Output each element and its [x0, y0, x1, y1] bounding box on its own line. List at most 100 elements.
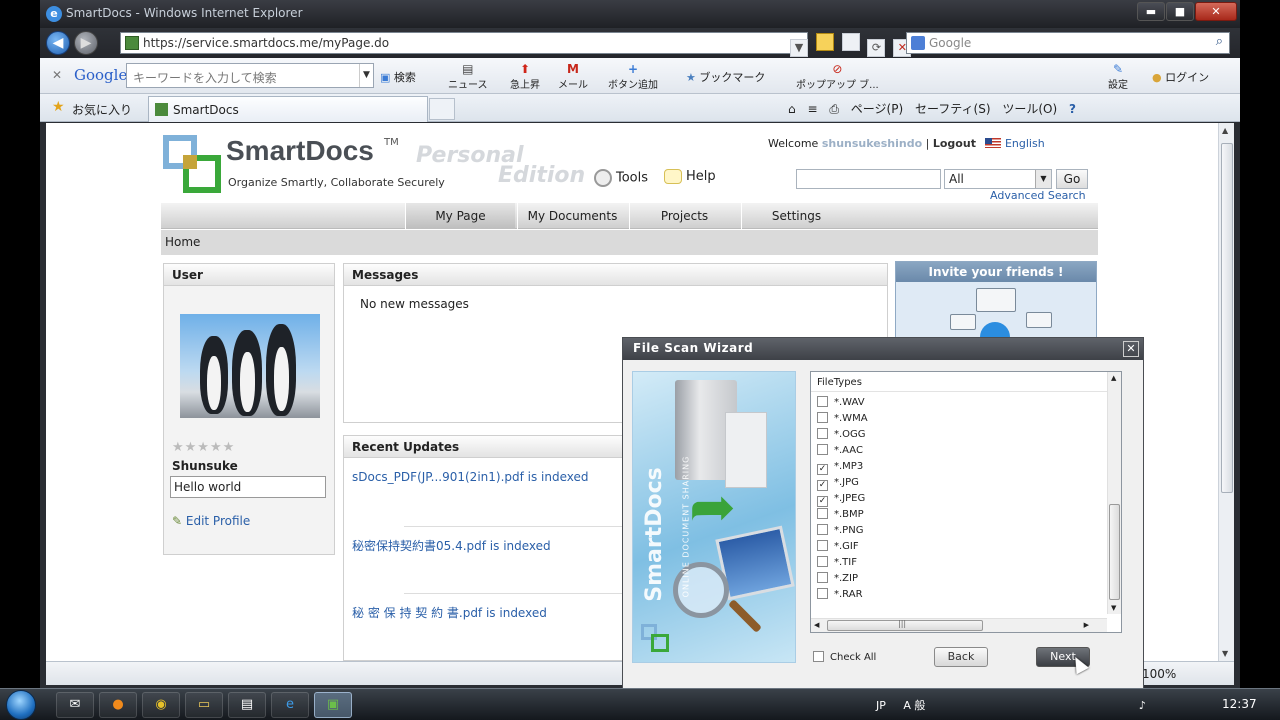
zoom-level[interactable]: 100%	[1142, 667, 1176, 681]
taskbar-ie-icon[interactable]: e	[271, 692, 309, 718]
file-type-row[interactable]: ✓ *.JPEG	[817, 492, 1097, 508]
clock[interactable]: 12:37	[1222, 697, 1257, 711]
scroll-up-icon[interactable]: ▲	[1222, 126, 1228, 135]
toolbar-rising-button[interactable]: ⬆ 急上昇	[510, 62, 540, 91]
file-type-row[interactable]: *.WAV	[817, 396, 1097, 412]
list-hscroll-thumb[interactable]: |||	[827, 619, 983, 631]
list-horizontal-scrollbar[interactable]: ◀ ||| ▶	[811, 618, 1107, 632]
close-icon[interactable]: ✕	[1123, 341, 1139, 357]
file-type-row[interactable]: *.PNG	[817, 524, 1097, 540]
home-icon[interactable]: ⌂	[788, 102, 796, 116]
breadcrumb-home[interactable]: Home	[165, 235, 200, 249]
toolbar-search-input[interactable]: キーワードを入力して検索 ▼	[126, 63, 374, 88]
tab-smartdocs[interactable]: SmartDocs	[148, 96, 428, 122]
search-icon[interactable]: ⌕	[1216, 34, 1223, 49]
favorites-button[interactable]: お気に入り	[72, 101, 132, 118]
back-arrow-icon[interactable]: ◀	[46, 31, 70, 55]
file-type-checkbox[interactable]	[817, 556, 828, 567]
toolbar-login-button[interactable]: ● ログイン	[1152, 69, 1209, 85]
file-type-row[interactable]: *.OGG	[817, 428, 1097, 444]
help-icon[interactable]: ?	[1069, 102, 1076, 116]
edit-profile-link[interactable]: ✎ Edit Profile	[172, 514, 250, 528]
list-scroll-thumb[interactable]	[1109, 504, 1120, 600]
file-type-checkbox[interactable]	[817, 540, 828, 551]
chevron-down-icon[interactable]: ▼	[359, 64, 373, 87]
lock-icon[interactable]	[815, 33, 834, 51]
update-item[interactable]: 秘 密 保 持 契 約 書.pdf is indexed	[352, 604, 547, 621]
check-all-toggle[interactable]: Check All	[813, 651, 876, 663]
toolbar-add-button[interactable]: + ボタン追加	[608, 62, 658, 91]
forward-arrow-icon[interactable]: ▶	[74, 31, 98, 55]
dialog-title[interactable]: File Scan Wizard	[623, 338, 1143, 360]
safety-menu[interactable]: セーフティ(S)	[915, 102, 991, 116]
tools-link[interactable]: Tools	[594, 169, 648, 187]
title-bar[interactable]: e SmartDocs - Windows Internet Explorer …	[40, 0, 1240, 28]
file-type-checkbox[interactable]	[817, 396, 828, 407]
taskbar-app-icon[interactable]: ▤	[228, 692, 266, 718]
ime-language[interactable]: JP	[876, 699, 886, 712]
file-type-checkbox[interactable]: ✓	[817, 496, 828, 507]
chevron-down-icon[interactable]: ▼	[1035, 170, 1051, 188]
status-message-field[interactable]: Hello world	[170, 476, 326, 498]
close-toolbar-icon[interactable]: ✕	[52, 68, 62, 82]
list-vertical-scrollbar[interactable]: ▲ ▼	[1107, 372, 1121, 614]
address-bar[interactable]: https://service.smartdocs.me/myPage.do	[120, 32, 808, 54]
taskbar-chrome-icon[interactable]: ◉	[142, 692, 180, 718]
toolbar-settings-button[interactable]: ✎ 設定	[1108, 62, 1128, 91]
taskbar-smartdocs-icon[interactable]: ▣	[314, 692, 352, 718]
scroll-up-icon[interactable]: ▲	[1111, 374, 1116, 382]
browser-search-box[interactable]: Google ⌕	[906, 32, 1230, 54]
file-type-row[interactable]: *.ZIP	[817, 572, 1097, 588]
advanced-search-link[interactable]: Advanced Search	[990, 189, 1086, 202]
tab-my-page[interactable]: My Page	[405, 203, 515, 229]
file-type-checkbox[interactable]: ✓	[817, 480, 828, 491]
tools-menu[interactable]: ツール(O)	[1002, 102, 1057, 116]
refresh-icon[interactable]: ⟳	[867, 39, 886, 57]
toolbar-popup-button[interactable]: ⊘ ポップアップ ブ...	[796, 62, 879, 91]
file-type-checkbox[interactable]	[817, 444, 828, 455]
new-tab-button[interactable]	[429, 98, 455, 120]
volume-icon[interactable]: ♪	[1139, 699, 1146, 712]
tab-settings[interactable]: Settings	[741, 203, 851, 229]
file-type-checkbox[interactable]	[817, 428, 828, 439]
file-type-row[interactable]: ✓ *.MP3	[817, 460, 1097, 476]
dropdown-icon[interactable]: ▼	[790, 39, 808, 57]
search-scope-select[interactable]: All ▼	[944, 169, 1052, 189]
scroll-down-icon[interactable]: ▼	[1111, 604, 1116, 612]
minimize-button[interactable]: ▬	[1137, 2, 1165, 21]
page-menu[interactable]: ページ(P)	[851, 102, 903, 116]
file-type-row[interactable]: *.GIF	[817, 540, 1097, 556]
rating-stars[interactable]: ★★★★★	[172, 440, 235, 455]
compat-view-icon[interactable]	[841, 33, 860, 51]
maximize-button[interactable]: ■	[1166, 2, 1194, 21]
ime-mode[interactable]: A 般	[903, 699, 925, 712]
toolbar-search-button[interactable]: ▣ 検索	[380, 69, 416, 85]
toolbar-mail-button[interactable]: M メール	[558, 62, 588, 91]
file-type-row[interactable]: *.BMP	[817, 508, 1097, 524]
go-button[interactable]: Go	[1056, 169, 1088, 189]
logout-link[interactable]: Logout	[933, 137, 976, 150]
username-link[interactable]: shunsukeshindo	[822, 137, 922, 150]
file-type-checkbox[interactable]	[817, 588, 828, 599]
site-search-input[interactable]	[796, 169, 941, 189]
toolbar-bookmarks-button[interactable]: ★ ブックマーク	[686, 69, 765, 85]
file-type-checkbox[interactable]	[817, 572, 828, 583]
taskbar-folder-icon[interactable]: ▭	[185, 692, 223, 718]
feed-icon[interactable]: ≡	[807, 102, 817, 116]
file-type-row[interactable]: *.WMA	[817, 412, 1097, 428]
file-type-checkbox[interactable]: ✓	[817, 464, 828, 475]
update-item[interactable]: 秘密保持契約書05.4.pdf is indexed	[352, 537, 551, 554]
help-link[interactable]: Help	[664, 169, 716, 184]
toolbar-news-button[interactable]: ▤ ニュース	[448, 62, 488, 91]
back-button[interactable]: Back	[934, 647, 988, 667]
file-type-checkbox[interactable]	[817, 412, 828, 423]
tab-my-documents[interactable]: My Documents	[517, 203, 627, 229]
close-window-button[interactable]: ✕	[1195, 2, 1237, 21]
invite-panel[interactable]: Invite your friends !	[895, 261, 1097, 342]
scroll-left-icon[interactable]: ◀	[814, 621, 819, 629]
taskbar-mail-icon[interactable]: ✉	[56, 692, 94, 718]
file-type-checkbox[interactable]	[817, 524, 828, 535]
tab-projects[interactable]: Projects	[629, 203, 739, 229]
favorites-star-icon[interactable]: ★	[52, 99, 65, 115]
language-link[interactable]: English	[1005, 137, 1045, 150]
